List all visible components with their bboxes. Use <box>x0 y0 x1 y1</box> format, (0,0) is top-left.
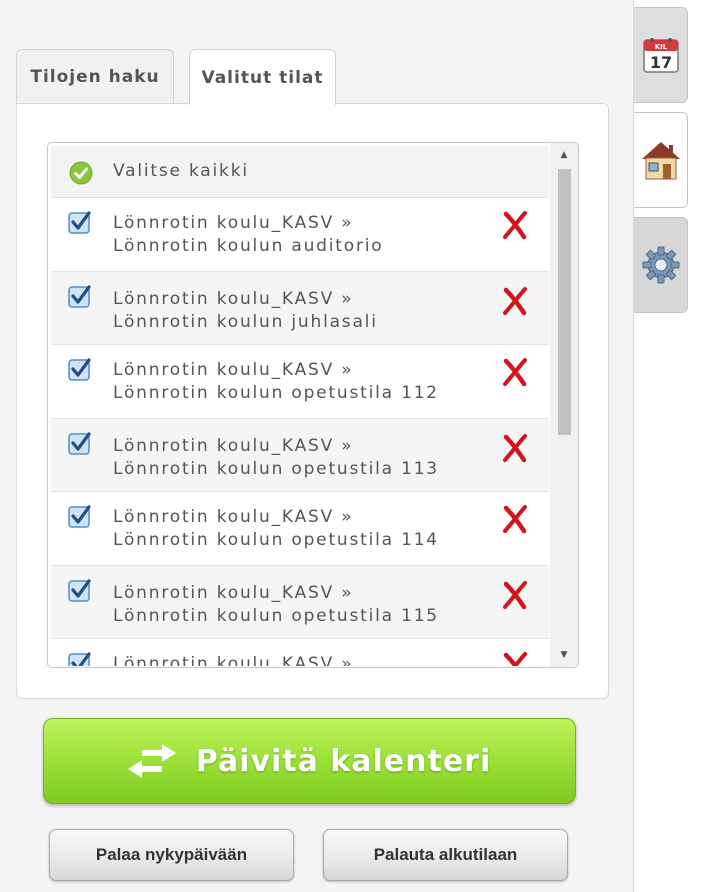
item-line1: Lönnrotin koulu_KASV » <box>113 654 354 666</box>
remove-icon[interactable] <box>500 433 530 463</box>
item-line2: Lönnrotin koulun opetustila 115 <box>113 606 439 626</box>
select-all-row[interactable]: Valitse kaikki <box>51 146 549 198</box>
checkbox-checked[interactable] <box>68 651 92 666</box>
remove-icon[interactable] <box>500 357 530 387</box>
remove-icon[interactable] <box>500 504 530 534</box>
item-line2: Lönnrotin koulun opetustila 114 <box>113 530 439 550</box>
check-circle-icon <box>69 161 93 185</box>
item-line1: Lönnrotin koulu_KASV » <box>113 583 354 603</box>
item-line1: Lönnrotin koulu_KASV » <box>113 213 354 233</box>
list-scrollbar[interactable]: ▲ ▼ <box>550 143 578 667</box>
tab-selected-spaces[interactable]: Valitut tilat <box>189 49 336 105</box>
update-calendar-button[interactable]: Päivitä kalenteri <box>43 718 576 804</box>
item-line2: Lönnrotin koulun auditorio <box>113 236 384 256</box>
item-line1: Lönnrotin koulu_KASV » <box>113 289 354 309</box>
item-line1: Lönnrotin koulu_KASV » <box>113 360 354 380</box>
gear-icon <box>642 246 679 284</box>
list-item[interactable]: Lönnrotin koulu_KASV » Lönnrotin koulun … <box>51 198 549 272</box>
list-item[interactable]: Lönnrotin koulu_KASV » Lönnrotin koulun … <box>51 419 549 492</box>
rail-tab-settings[interactable] <box>634 217 688 313</box>
checkbox-checked[interactable] <box>68 357 92 381</box>
list-item[interactable]: Lönnrotin koulu_KASV » Lönnrotin koulun … <box>51 492 549 566</box>
calendar-icon: KIL 17 <box>642 38 679 73</box>
item-line2: Lönnrotin koulun opetustila 112 <box>113 383 439 403</box>
remove-icon[interactable] <box>500 651 530 666</box>
checkbox-checked[interactable] <box>68 504 92 528</box>
list-viewport: Valitse kaikki Lönnrotin koulu_KASV » Lö… <box>51 146 549 666</box>
update-calendar-label: Päivitä kalenteri <box>195 743 492 779</box>
list-item[interactable]: Lönnrotin koulu_KASV » Lönnrotin koulun … <box>51 345 549 419</box>
swap-arrows-icon <box>127 744 176 778</box>
list-item[interactable]: Lönnrotin koulu_KASV » Lönnrotin koulun … <box>51 566 549 639</box>
list-item[interactable]: Lönnrotin koulu_KASV » Lönnrotin koulun … <box>51 272 549 345</box>
scrollbar-thumb[interactable] <box>558 169 571 435</box>
list-item[interactable]: Lönnrotin koulu_KASV » <box>51 639 549 666</box>
side-rail: KIL 17 <box>633 0 703 892</box>
remove-icon[interactable] <box>500 580 530 610</box>
svg-text:KIL: KIL <box>654 43 667 51</box>
checkbox-checked[interactable] <box>68 284 92 308</box>
scroll-up-arrow-icon[interactable]: ▲ <box>550 143 578 167</box>
remove-icon[interactable] <box>500 210 530 240</box>
scroll-down-arrow-icon[interactable]: ▼ <box>550 643 578 667</box>
checkbox-checked[interactable] <box>68 210 92 234</box>
svg-text:17: 17 <box>649 53 671 72</box>
checkbox-checked[interactable] <box>68 578 92 602</box>
select-all-label: Valitse kaikki <box>113 161 249 181</box>
rail-tab-calendar[interactable]: KIL 17 <box>634 7 688 103</box>
checkbox-checked[interactable] <box>68 431 92 455</box>
selected-spaces-list[interactable]: Valitse kaikki Lönnrotin koulu_KASV » Lö… <box>47 142 579 668</box>
remove-icon[interactable] <box>500 286 530 316</box>
reset-button[interactable]: Palauta alkutilaan <box>323 829 568 881</box>
item-line1: Lönnrotin koulu_KASV » <box>113 436 354 456</box>
item-line1: Lönnrotin koulu_KASV » <box>113 507 354 527</box>
tab-space-search[interactable]: Tilojen haku <box>16 49 174 103</box>
house-icon <box>641 142 680 180</box>
item-line2: Lönnrotin koulun juhlasali <box>113 312 378 332</box>
back-to-today-button[interactable]: Palaa nykypäivään <box>49 829 294 881</box>
item-line2: Lönnrotin koulun opetustila 113 <box>113 459 439 479</box>
rail-tab-rooms[interactable] <box>634 112 688 208</box>
